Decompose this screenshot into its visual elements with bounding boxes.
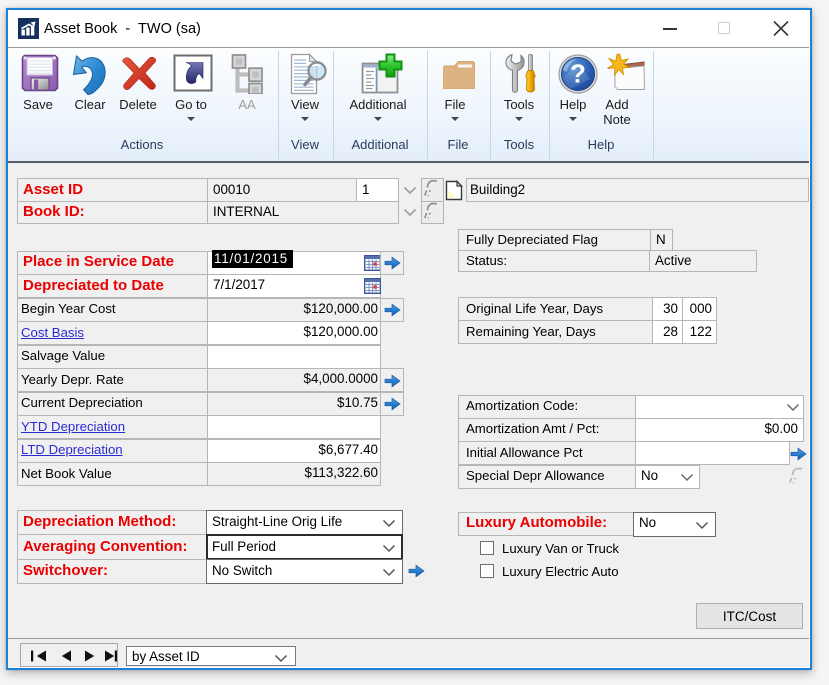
svg-text:?: ? xyxy=(570,59,586,89)
